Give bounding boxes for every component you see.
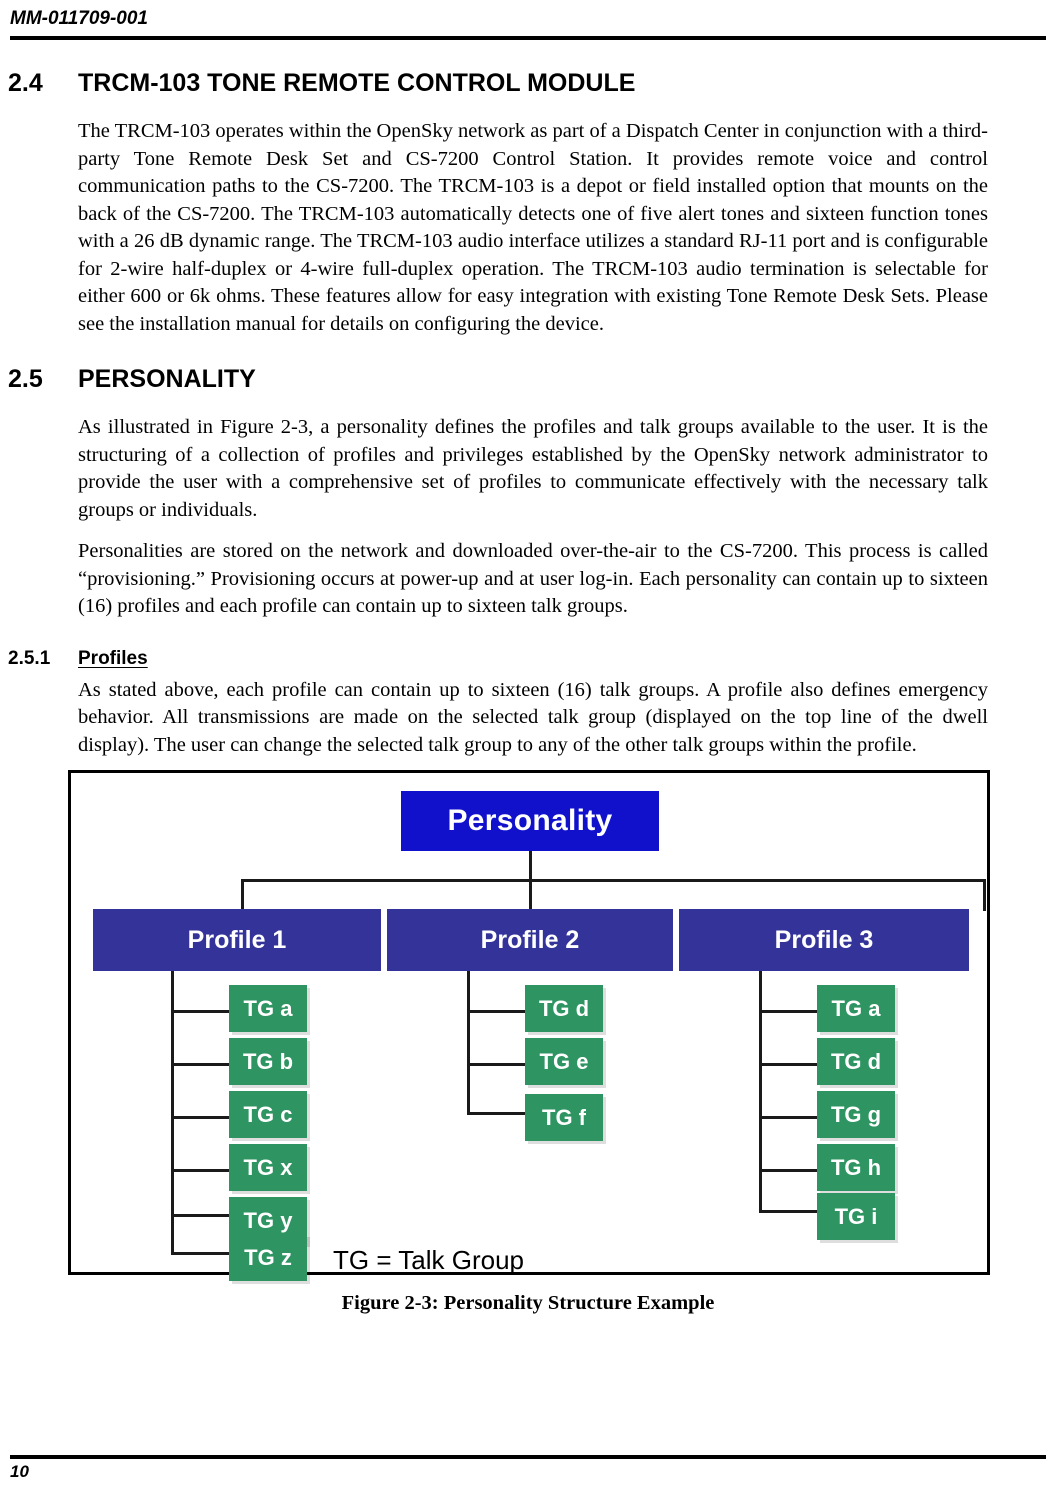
paragraph-personality-provisioning: Personalities are stored on the network … [78,540,988,617]
diagram-node-talkgroup-p3-2[interactable]: TG d [817,1038,895,1085]
connector-branch-p1-tg3 [171,1116,233,1119]
diagram-node-talkgroup-p1-4[interactable]: TG x [229,1144,307,1191]
diagram-node-talkgroup-p2-1[interactable]: TG d [525,985,603,1032]
document-body: 2.4 TRCM-103 TONE REMOTE CONTROL MODULE … [8,68,988,773]
header-divider [10,36,1046,40]
connector-branch-p1-tg2 [171,1063,233,1066]
connector-branch-p1-tg1 [171,1010,233,1013]
footer-divider [10,1455,1046,1459]
figure-legend-talk-group: TG = Talk Group [333,1245,524,1275]
figure-diagram-canvas: Personality Profile 1 Profile 2 Profile … [71,773,987,1281]
section-heading-2-4: 2.4 TRCM-103 TONE REMOTE CONTROL MODULE [8,68,918,98]
figure-personality-structure: Personality Profile 1 Profile 2 Profile … [68,770,990,1281]
connector-branch-p1-tg6 [171,1252,233,1255]
section-title-2-5: PERSONALITY [78,365,256,393]
diagram-node-profile-2[interactable]: Profile 2 [387,909,673,971]
subsection-heading-2-5-1: 2.5.1 Profiles [8,647,918,671]
diagram-node-personality[interactable]: Personality [401,791,659,851]
diagram-node-talkgroup-p2-3[interactable]: TG f [525,1094,603,1141]
connector-root-stem [529,851,532,881]
document-page: MM-011709-001 2.4 TRCM-103 TONE REMOTE C… [0,0,1056,1493]
section-heading-2-5: 2.5 PERSONALITY [8,364,918,394]
connector-trunk-profile-1 [171,971,174,1255]
diagram-node-talkgroup-p3-3[interactable]: TG g [817,1091,895,1138]
connector-branch-p2-tg1 [467,1010,529,1013]
section-title-2-4: TRCM-103 TONE REMOTE CONTROL MODULE [78,69,636,97]
connector-drop-profile-1 [241,879,244,911]
paragraph-personality-definition: As illustrated in Figure 2-3, a personal… [78,416,988,521]
document-id: MM-011709-001 [10,8,149,29]
page-number: 10 [10,1462,29,1481]
connector-branch-p3-tg4 [759,1169,821,1172]
connector-branch-p3-tg2 [759,1063,821,1066]
connector-trunk-profile-3 [759,971,762,1212]
connector-branch-p2-tg3 [467,1112,529,1115]
diagram-node-talkgroup-p1-1[interactable]: TG a [229,985,307,1032]
connector-branch-p1-tg4 [171,1169,233,1172]
figure-caption: Figure 2-3: Personality Structure Exampl… [341,1292,715,1314]
diagram-node-talkgroup-p1-3[interactable]: TG c [229,1091,307,1138]
connector-drop-profile-3 [983,879,986,911]
diagram-node-talkgroup-p3-4[interactable]: TG h [817,1144,895,1191]
connector-drop-profile-2 [529,879,532,911]
section-number-2-5: 2.5 [8,365,43,393]
subsection-number-2-5-1: 2.5.1 [8,647,51,669]
diagram-node-talkgroup-p1-2[interactable]: TG b [229,1038,307,1085]
diagram-node-profile-3[interactable]: Profile 3 [679,909,969,971]
section-number-2-4: 2.4 [8,69,43,97]
diagram-node-talkgroup-p2-2[interactable]: TG e [525,1038,603,1085]
paragraph-profiles-detail: As stated above, each profile can contai… [78,678,988,756]
connector-branch-p1-tg5 [171,1214,233,1217]
connector-branch-p2-tg2 [467,1063,529,1066]
document-header: MM-011709-001 [10,8,1046,30]
diagram-node-talkgroup-p3-1[interactable]: TG a [817,985,895,1032]
diagram-node-talkgroup-p1-6[interactable]: TG z [229,1234,307,1281]
connector-branch-p3-tg5 [759,1210,821,1213]
connector-trunk-profile-2 [467,971,470,1115]
paragraph-trcm-overview: The TRCM-103 operates within the OpenSky… [78,120,988,335]
subsection-title-profiles: Profiles [78,647,148,669]
connector-branch-p3-tg3 [759,1116,821,1119]
connector-profile-bus [241,879,986,882]
diagram-node-profile-1[interactable]: Profile 1 [93,909,381,971]
connector-branch-p3-tg1 [759,1010,821,1013]
diagram-node-talkgroup-p3-5[interactable]: TG i [817,1193,895,1240]
